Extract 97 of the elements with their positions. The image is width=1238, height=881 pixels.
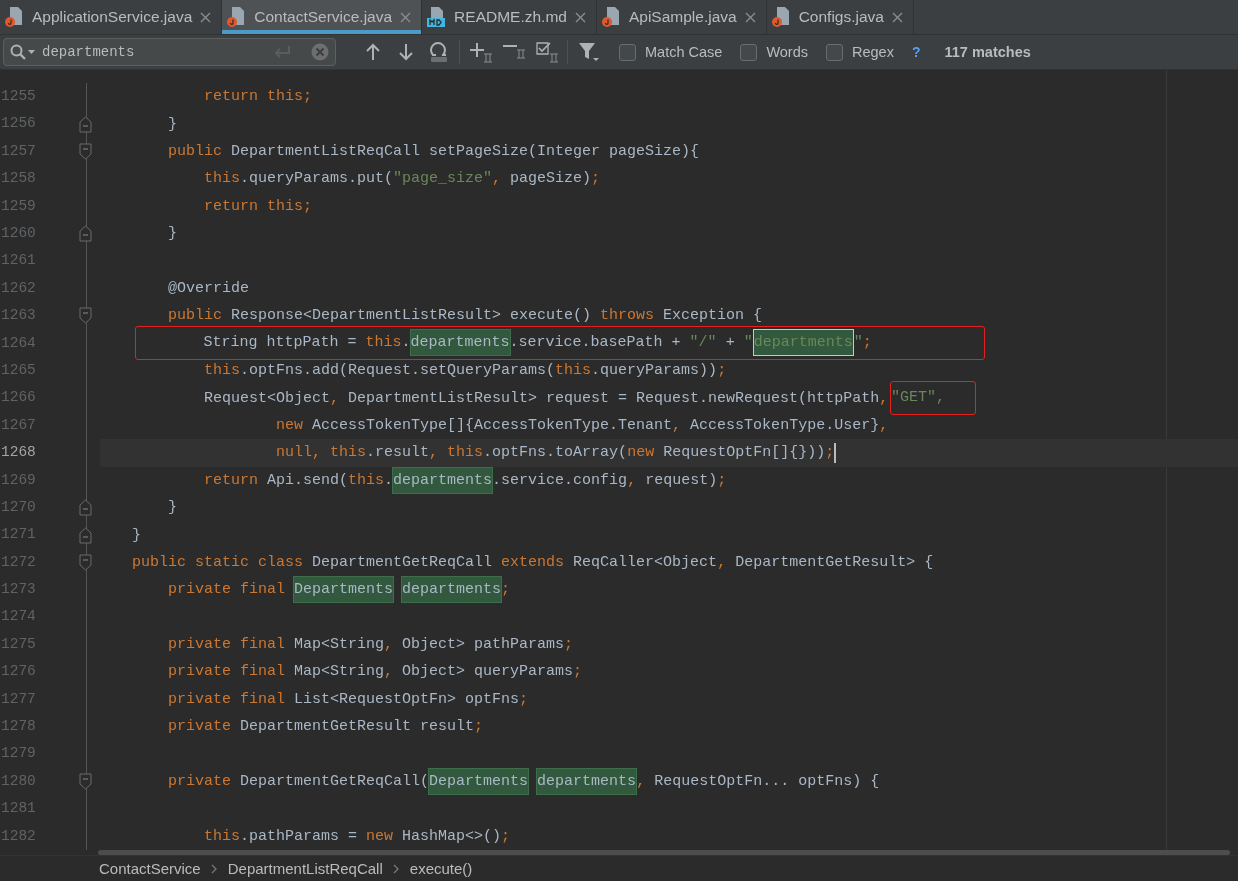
line-number: 1268 <box>0 443 37 463</box>
code-line: this.optFns.add(Request.setQueryParams(this.queryParams)); <box>204 361 727 382</box>
line-number: 1281 <box>0 799 37 819</box>
fold-marker-icon[interactable] <box>78 526 92 544</box>
code-line: this.pathParams = new HashMap<>(); <box>204 826 511 847</box>
fold-marker-icon[interactable] <box>78 553 92 571</box>
line-number: 1262 <box>0 278 37 298</box>
java-file-icon <box>4 6 24 28</box>
code-line: private final Departments departments; <box>168 579 511 601</box>
line-number: 1264 <box>0 333 37 353</box>
code-line: public static class DepartmentGetReqCall extends ReqCaller<Object, DepartmentGetResult> { <box>132 552 934 573</box>
file-tab[interactable]: ContactService.java <box>222 0 423 34</box>
chevron-icon <box>210 863 218 874</box>
code-line: private final Map<String, Object> pathParams; <box>168 635 574 656</box>
line-number: 1267 <box>0 415 37 435</box>
breadcrumb-item[interactable]: execute() <box>409 860 473 877</box>
file-tab[interactable]: ApiSample.java <box>596 0 767 34</box>
line-number: 1265 <box>0 360 37 380</box>
fold-marker-icon[interactable] <box>78 499 92 517</box>
line-number: 1266 <box>0 388 37 408</box>
code-line: this.queryParams.put("page_size", pageSize); <box>204 169 601 190</box>
search-icon[interactable] <box>10 44 36 60</box>
line-number: 1276 <box>0 662 37 682</box>
line-number: 1263 <box>0 306 37 326</box>
line-number: 1258 <box>0 169 37 189</box>
line-number: 1257 <box>0 141 37 161</box>
line-number: 1275 <box>0 634 37 654</box>
help-link[interactable]: ? <box>911 44 921 60</box>
line-number: 1279 <box>0 744 37 764</box>
java-file-icon <box>226 6 247 28</box>
code-line: private final List<RequestOptFn> optFns; <box>168 689 529 710</box>
line-number: 1282 <box>0 826 37 846</box>
code-line: private DepartmentGetReqCall(Departments departments, RequestOptFn... optFns) { <box>168 771 880 792</box>
filter-icon <box>577 41 600 63</box>
fold-marker-icon[interactable] <box>78 773 92 790</box>
line-number: 1273 <box>0 580 37 600</box>
close-icon[interactable] <box>744 11 756 23</box>
minus-icon <box>501 45 526 59</box>
java-file-icon <box>600 6 621 28</box>
java-file-icon <box>770 6 791 28</box>
line-number: 1278 <box>0 717 37 737</box>
code-line: } <box>168 498 177 519</box>
code-line: } <box>168 114 177 135</box>
code-line: public DepartmentListReqCall setPageSize(Integer pageSize){ <box>168 142 700 163</box>
line-number: 1255 <box>0 87 37 107</box>
fold-marker-icon[interactable] <box>78 115 92 133</box>
code-line: return Api.send(this.departments.service.config, request); <box>204 469 727 491</box>
line-number: 1280 <box>0 771 37 791</box>
code-line: Request<Object, DepartmentListResult> request = Request.newRequest(httpPath, <box>204 388 889 409</box>
code-line: @Override <box>168 279 249 299</box>
text-cursor <box>834 442 837 463</box>
option-checkbox[interactable]: Words <box>740 43 808 61</box>
line-number: 1272 <box>0 552 37 572</box>
close-icon[interactable] <box>574 11 586 23</box>
search-field[interactable]: departments <box>3 38 336 66</box>
code-line: } <box>132 525 141 546</box>
fold-marker-icon[interactable] <box>78 143 92 161</box>
line-number: 1259 <box>0 196 37 216</box>
chevron-icon <box>392 863 400 874</box>
code-line: public Response<DepartmentListResult> execute() throws Exception { <box>168 306 763 327</box>
file-tab[interactable]: ApplicationService.java <box>0 0 223 34</box>
line-number: 1274 <box>0 607 37 627</box>
file-tab[interactable]: Configs.java <box>766 0 914 34</box>
clear-icon[interactable] <box>311 43 329 61</box>
code-line: return this; <box>204 196 313 217</box>
arrow-up-icon <box>364 43 381 61</box>
close-icon[interactable] <box>200 11 212 23</box>
annotated-string: "GET", <box>889 381 976 416</box>
option-checkbox[interactable]: Regex <box>826 43 894 61</box>
code-line: return this; <box>204 87 313 108</box>
line-number: 1277 <box>0 689 37 709</box>
line-number: 1260 <box>0 224 37 243</box>
line-number: 1270 <box>0 497 37 517</box>
code-line: private DepartmentGetResult result; <box>168 717 484 738</box>
code-line: null, this.result, this.optFns.toArray(new RequestOptFn[]{})); <box>276 443 835 464</box>
checkbox-icon <box>534 41 559 63</box>
breadcrumb-item[interactable]: DepartmentListReqCall <box>227 860 383 877</box>
code-line: new AccessTokenType[]{AccessTokenType.Tenant, AccessTokenType.User}, <box>276 415 889 436</box>
markdown-file-icon <box>426 6 447 28</box>
line-number: 1269 <box>0 470 37 490</box>
horizontal-scrollbar[interactable] <box>98 850 1230 855</box>
code-line: } <box>168 224 177 245</box>
fold-marker-icon[interactable] <box>78 307 92 325</box>
breadcrumb-item[interactable]: ContactService <box>99 860 201 877</box>
line-number: 1256 <box>0 114 37 134</box>
omega-icon <box>427 41 450 63</box>
option-checkbox[interactable]: Match Case <box>619 43 723 61</box>
file-tab[interactable]: README.zh.md <box>422 0 597 34</box>
close-icon[interactable] <box>400 11 412 23</box>
close-icon[interactable] <box>891 11 903 23</box>
plus-icon <box>468 41 493 63</box>
arrow-down-icon <box>397 43 414 61</box>
line-number: 1261 <box>0 251 37 271</box>
line-number: 1271 <box>0 525 37 545</box>
code-line: private final Map<String, Object> queryParams; <box>168 662 583 683</box>
fold-marker-icon[interactable] <box>78 225 92 243</box>
match-count: 117 matches <box>944 44 1031 60</box>
